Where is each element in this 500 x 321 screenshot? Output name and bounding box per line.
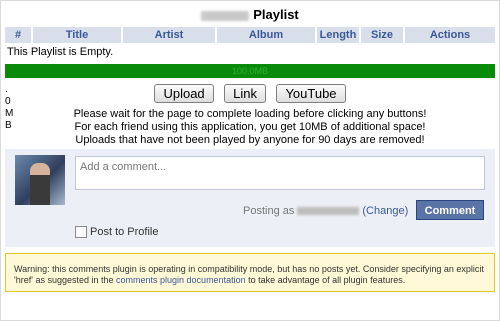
info-messages: Please wait for the page to complete loa… — [1, 108, 499, 147]
upload-button[interactable]: Upload — [154, 84, 214, 103]
col-length: Length — [317, 27, 359, 43]
comment-input[interactable]: Add a comment... — [75, 156, 485, 190]
playlist-table-header: # Title Artist Album Length Size Actions — [5, 27, 495, 43]
col-actions: Actions — [405, 27, 495, 43]
storage-label: 100.0MB — [231, 66, 269, 76]
avatar — [15, 155, 65, 205]
comment-box: Add a comment... Posting as (Change) Comm… — [5, 149, 495, 247]
col-number: # — [5, 27, 31, 43]
playlist-app: Playlist # Title Artist Album Length Siz… — [0, 0, 500, 321]
youtube-button[interactable]: YouTube — [276, 84, 346, 103]
posting-as: Posting as (Change) — [243, 205, 409, 217]
change-link[interactable]: (Change) — [362, 205, 408, 217]
info-message: For each friend using this application, … — [74, 121, 426, 133]
info-message: Uploads that have not been played by any… — [75, 134, 425, 146]
comment-placeholder: Add a comment... — [80, 161, 167, 173]
link-button[interactable]: Link — [224, 84, 266, 103]
action-buttons: Upload Link YouTube — [1, 84, 499, 103]
empty-playlist-message: This Playlist is Empty. — [7, 46, 114, 58]
col-artist: Artist — [123, 27, 215, 43]
comment-button[interactable]: Comment — [416, 200, 484, 220]
storage-bar: 100.0MB — [5, 64, 495, 78]
info-message: Please wait for the page to complete loa… — [73, 108, 427, 120]
post-to-profile-label: Post to Profile — [90, 226, 159, 238]
plugin-warning: Warning: this comments plugin is operati… — [5, 253, 495, 292]
poster-name-blurred — [297, 207, 360, 216]
avatar-photo — [30, 163, 50, 205]
plugin-docs-link[interactable]: comments plugin documentation — [116, 275, 246, 285]
post-to-profile: Post to Profile — [75, 226, 158, 238]
page-title: Playlist — [1, 7, 499, 22]
col-size: Size — [361, 27, 403, 43]
owner-name-blurred — [201, 10, 250, 21]
post-to-profile-checkbox[interactable] — [75, 226, 87, 238]
col-title: Title — [33, 27, 121, 43]
col-album: Album — [217, 27, 315, 43]
